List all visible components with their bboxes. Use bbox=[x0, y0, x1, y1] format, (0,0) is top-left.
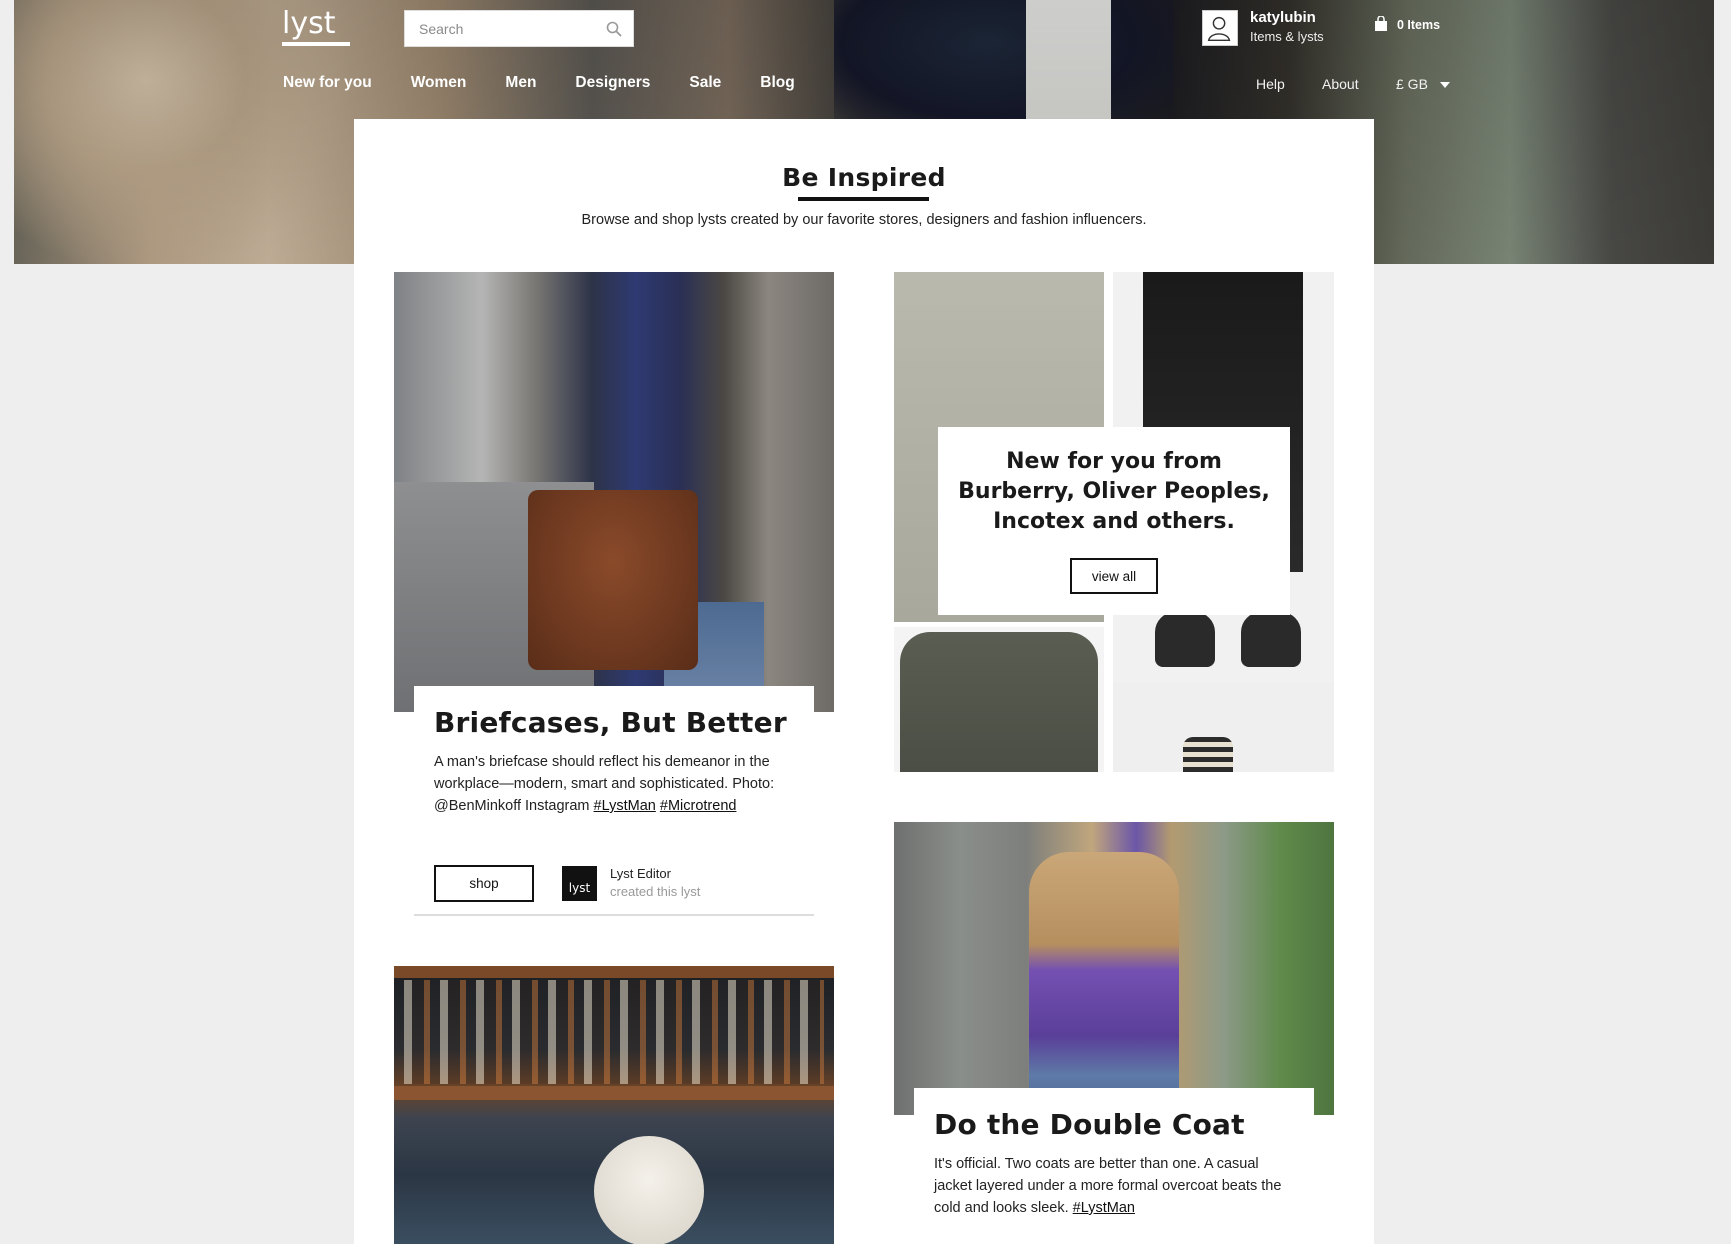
search-box bbox=[404, 10, 634, 47]
currency-label: £ GB bbox=[1396, 76, 1428, 92]
lyst-title[interactable]: Briefcases, But Better bbox=[434, 706, 787, 739]
lyst-description: A man's briefcase should reflect his dem… bbox=[434, 754, 775, 814]
user-icon bbox=[1207, 16, 1231, 41]
product-image-sweater[interactable] bbox=[894, 627, 1104, 772]
lyst-title[interactable]: New for you from Burberry, Oliver People… bbox=[948, 447, 1280, 537]
title-underline bbox=[798, 197, 929, 201]
nav-designers[interactable]: Designers bbox=[575, 74, 650, 92]
hashtag-link[interactable]: #LystMan bbox=[594, 798, 656, 814]
editor-avatar[interactable]: lyst bbox=[562, 866, 597, 901]
briefcase-photo[interactable] bbox=[394, 272, 834, 712]
shop-button[interactable]: shop bbox=[434, 865, 534, 902]
hashtag-link[interactable]: #Microtrend bbox=[660, 798, 737, 814]
lyst-description: It's official. Two coats are better than… bbox=[934, 1156, 1282, 1216]
currency-selector[interactable]: £ GB bbox=[1396, 76, 1450, 92]
new-for-you-lyst-card: New for you from Burberry, Oliver People… bbox=[894, 272, 1334, 772]
nav-men[interactable]: Men bbox=[505, 74, 536, 92]
new-for-you-overlay: New for you from Burberry, Oliver People… bbox=[938, 427, 1290, 615]
main-content: Be Inspired Browse and shop lysts create… bbox=[354, 119, 1374, 1244]
search-input[interactable] bbox=[405, 11, 605, 46]
about-link[interactable]: About bbox=[1322, 76, 1359, 92]
lyst-logo[interactable]: lyst bbox=[282, 6, 335, 41]
product-image-tshirt[interactable] bbox=[1113, 682, 1334, 772]
hashtag-link[interactable]: #LystMan bbox=[1073, 1200, 1135, 1216]
nav-women[interactable]: Women bbox=[411, 74, 467, 92]
chevron-down-icon bbox=[1439, 82, 1450, 89]
nav-blog[interactable]: Blog bbox=[760, 74, 794, 92]
bar-lyst-photo[interactable] bbox=[394, 966, 834, 1244]
view-all-button[interactable]: view all bbox=[1070, 558, 1158, 594]
main-nav: New for you Women Men Designers Sale Blo… bbox=[283, 74, 834, 92]
help-link[interactable]: Help bbox=[1256, 76, 1285, 92]
nav-sale[interactable]: Sale bbox=[689, 74, 721, 92]
bag-count[interactable]: 0 Items bbox=[1397, 18, 1440, 32]
user-items-lysts[interactable]: Items & lysts bbox=[1250, 29, 1324, 44]
search-icon[interactable] bbox=[605, 20, 623, 38]
user-name[interactable]: katylubin bbox=[1250, 9, 1316, 26]
editor-name[interactable]: Lyst Editor bbox=[610, 866, 671, 881]
page-title: Be Inspired bbox=[782, 163, 946, 192]
double-coat-photo[interactable] bbox=[894, 822, 1334, 1115]
briefcase-lyst-card: Briefcases, But Better A man's briefcase… bbox=[414, 686, 814, 902]
divider bbox=[414, 914, 814, 916]
shopping-bag-icon[interactable] bbox=[1374, 16, 1388, 32]
double-coat-lyst-card: Do the Double Coat It's official. Two co… bbox=[914, 1088, 1314, 1244]
lyst-title[interactable]: Do the Double Coat bbox=[934, 1108, 1245, 1141]
editor-subtitle: created this lyst bbox=[610, 884, 701, 899]
avatar[interactable] bbox=[1202, 10, 1238, 46]
page-subtitle: Browse and shop lysts created by our fav… bbox=[581, 212, 1147, 228]
logo-underline bbox=[282, 42, 350, 46]
nav-new-for-you[interactable]: New for you bbox=[283, 74, 372, 92]
